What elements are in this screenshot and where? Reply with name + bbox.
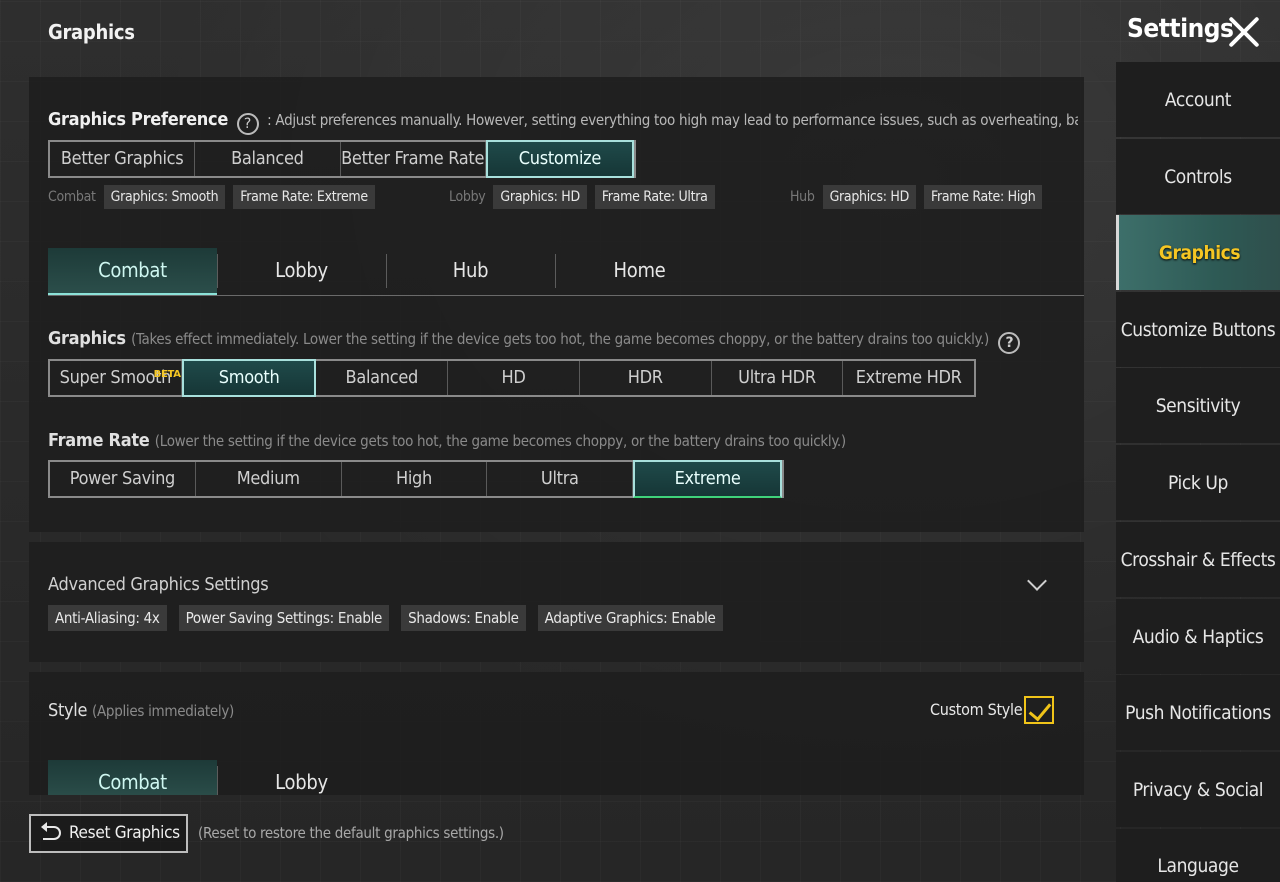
frame-rate-title: Frame Rate [48,430,150,451]
graphics-option-extreme-hdr[interactable]: Extreme HDR [843,361,974,395]
sidebar-item-audio-haptics[interactable]: Audio & Haptics [1116,599,1280,674]
custom-style-checkbox[interactable] [1024,696,1054,724]
frame-rate-option-power-saving[interactable]: Power Saving [50,462,196,496]
sidebar-item-privacy-social[interactable]: Privacy & Social [1116,752,1280,827]
sidebar-item-controls[interactable]: Controls [1116,139,1280,214]
custom-style-label: Custom Style [930,700,1023,719]
sidebar-item-crosshair-effects[interactable]: Crosshair & Effects [1116,522,1280,597]
graphics-preference-row: Graphics Preference ? : Adjust preferenc… [48,109,1078,135]
summary-chip: Frame Rate: Ultra [594,185,715,209]
frame-rate-note: (Lower the setting if the device gets to… [154,432,846,450]
style-note: (Applies immediately) [92,702,235,720]
chevron-down-icon[interactable] [1027,571,1047,591]
frame-rate-option-extreme[interactable]: Extreme [633,460,782,498]
sidebar-item-customize-buttons[interactable]: Customize Buttons [1116,292,1280,367]
graphics-preference-selector: Better Graphics Balanced Better Frame Ra… [48,140,636,178]
frame-rate-option-high[interactable]: High [342,462,488,496]
close-icon[interactable] [1226,14,1262,50]
reset-button-label: Reset Graphics [69,823,180,843]
tab-lobby[interactable]: Lobby [217,248,386,295]
graphics-option-hd[interactable]: HD [448,361,580,395]
advanced-chip-power-saving: Power Saving Settings: Enable [178,605,390,631]
sidebar-item-push-notifications[interactable]: Push Notifications [1116,675,1280,750]
sidebar-item-sensitivity[interactable]: Sensitivity [1116,368,1280,443]
style-tabs: Combat Lobby [48,760,386,795]
graphics-preference-description: : Adjust preferences manually. However, … [267,111,1078,129]
preference-option-balanced[interactable]: Balanced [195,142,341,176]
help-icon[interactable]: ? [236,113,259,135]
summary-label: Combat [48,189,96,205]
tab-hub[interactable]: Hub [386,248,555,295]
frame-rate-label: Frame Rate (Lower the setting if the dev… [48,430,846,451]
advanced-chip-adaptive-graphics: Adaptive Graphics: Enable [537,605,723,631]
settings-sidebar: Account Controls Graphics Customize Butt… [1116,62,1280,882]
settings-title: Settings [1127,14,1234,44]
advanced-graphics-chips: Anti-Aliasing: 4x Power Saving Settings: … [48,605,735,631]
tab-home[interactable]: Home [555,248,724,295]
advanced-chip-anti-aliasing: Anti-Aliasing: 4x [48,605,167,631]
advanced-chip-shadows: Shadows: Enable [401,605,526,631]
summary-chip: Graphics: HD [822,185,917,209]
frame-rate-selector: Power Saving Medium High Ultra Extreme [48,460,784,498]
summary-hub: Hub Graphics: HD Frame Rate: High [790,185,1050,209]
summary-chip: Frame Rate: High [924,185,1043,209]
style-title: Style [48,700,88,721]
summary-lobby: Lobby Graphics: HD Frame Rate: Ultra [449,185,723,209]
advanced-graphics-panel[interactable]: Advanced Graphics Settings Anti-Aliasing… [29,542,1084,662]
frame-rate-option-medium[interactable]: Medium [196,462,342,496]
beta-badge: BETA [153,369,181,380]
style-panel: Style (Applies immediately) Custom Style… [29,672,1084,795]
summary-chip: Graphics: Smooth [103,185,226,209]
graphics-quality-selector: Super Smooth BETA Smooth Balanced HD HDR … [48,359,976,397]
graphics-quality-label: Graphics (Takes effect immediately. Lowe… [48,328,1024,354]
sidebar-item-language[interactable]: Language [1116,829,1280,882]
reset-graphics-button[interactable]: Reset Graphics [29,814,188,853]
advanced-graphics-title: Advanced Graphics Settings [48,574,269,595]
help-icon[interactable]: ? [998,332,1021,354]
top-bar: Graphics Settings [0,0,1280,62]
sidebar-item-graphics[interactable]: Graphics [1116,215,1280,290]
mode-tabs: Combat Lobby Hub Home [48,248,1084,296]
frame-rate-option-ultra[interactable]: Ultra [487,462,634,496]
sidebar-item-account[interactable]: Account [1116,62,1280,137]
graphics-preference-label: Graphics Preference [48,109,229,130]
preference-option-better-graphics[interactable]: Better Graphics [50,142,196,176]
tab-combat[interactable]: Combat [48,248,217,295]
style-tab-combat[interactable]: Combat [48,760,217,795]
graphics-quality-title: Graphics [48,328,126,349]
reset-note: (Reset to restore the default graphics s… [198,824,504,842]
graphics-option-smooth[interactable]: Smooth [181,359,317,397]
reset-icon [41,822,61,840]
summary-chip: Frame Rate: Extreme [233,185,375,209]
graphics-option-ultra-hdr[interactable]: Ultra HDR [712,361,844,395]
graphics-option-balanced[interactable]: Balanced [316,361,449,395]
style-tab-lobby[interactable]: Lobby [217,760,386,795]
graphics-option-super-smooth[interactable]: Super Smooth BETA [50,361,182,395]
preference-option-better-frame-rate[interactable]: Better Frame Rate [341,142,486,176]
summary-label: Hub [790,189,815,205]
page-title: Graphics [48,20,135,44]
graphics-option-hdr[interactable]: HDR [580,361,712,395]
summary-combat: Combat Graphics: Smooth Frame Rate: Extrem… [48,185,383,209]
preference-option-customize[interactable]: Customize [485,140,634,178]
graphics-panel: Graphics Preference ? : Adjust preferenc… [29,77,1084,532]
sidebar-item-pick-up[interactable]: Pick Up [1116,445,1280,520]
summary-label: Lobby [449,189,486,205]
style-label: Style (Applies immediately) [48,700,234,721]
graphics-quality-note: (Takes effect immediately. Lower the set… [131,330,990,348]
summary-chip: Graphics: HD [493,185,587,209]
